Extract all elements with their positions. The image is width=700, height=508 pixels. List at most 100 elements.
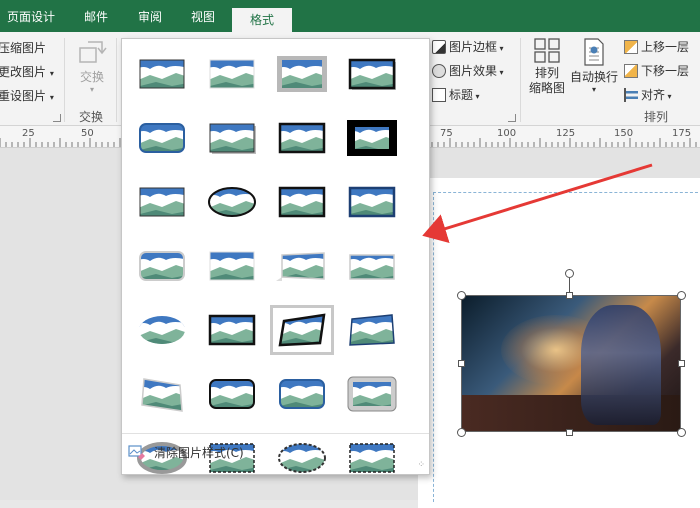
bring-forward-button[interactable]: 上移一层 (624, 38, 689, 55)
picture-style-soft[interactable] (206, 55, 258, 93)
picture-style-rounded-blue2[interactable] (276, 375, 328, 413)
picture-style-skew-blue[interactable] (346, 311, 398, 349)
tab-format[interactable]: 格式 (232, 8, 292, 32)
reset-picture-button[interactable]: 重设图片 ▾ (0, 87, 54, 104)
margin-guide (433, 192, 434, 502)
send-backward-button[interactable]: 下移一层 (624, 62, 689, 79)
landscape-thumbnail-icon (209, 251, 255, 281)
picture-style-black-frame3[interactable] (206, 311, 258, 349)
arrange-thumbnails-icon (534, 38, 560, 63)
rotate-handle[interactable] (565, 269, 574, 278)
chevron-down-icon: ▾ (473, 92, 480, 101)
swap-icon (79, 41, 107, 63)
resize-handle-top-right[interactable] (677, 291, 686, 300)
caption-icon (432, 88, 446, 102)
picture-border-icon (432, 40, 446, 54)
clear-style-icon (128, 445, 145, 460)
tab-view[interactable]: 视图 (183, 0, 223, 32)
picture-style-plain-shadow[interactable] (206, 119, 258, 157)
picture-style-rounded-soft[interactable] (136, 247, 188, 285)
landscape-thumbnail-icon (278, 122, 326, 154)
bring-forward-icon (624, 40, 638, 54)
landscape-thumbnail-icon (276, 252, 325, 281)
landscape-thumbnail-icon (278, 186, 326, 218)
picture-style-tilt[interactable] (136, 375, 188, 413)
ruler-label: 125 (556, 128, 576, 139)
change-picture-button[interactable]: 更改图片 ▾ (0, 63, 54, 80)
chevron-down-icon: ▾ (497, 44, 504, 53)
resize-handle-left[interactable] (458, 360, 465, 367)
landscape-thumbnail-icon (347, 376, 397, 412)
tab-mailings[interactable]: 邮件 (76, 0, 116, 32)
swap-group-label: 交换 (79, 110, 104, 124)
landscape-thumbnail-icon (209, 59, 255, 89)
tab-page-design[interactable]: 页面设计 (0, 0, 62, 32)
bring-forward-label: 上移一层 (641, 40, 690, 54)
picture-style-black-frame[interactable] (276, 119, 328, 157)
picture-style-oval-soft[interactable] (136, 311, 188, 349)
picture-styles-gallery: 清除图片样式(C) ⁘ (121, 38, 430, 475)
landscape-thumbnail-icon (347, 120, 397, 156)
wrap-text-button[interactable]: 自动换行 ▾ (567, 38, 621, 94)
landscape-thumbnail-icon (279, 379, 325, 409)
picture-style-rounded-blue[interactable] (136, 119, 188, 157)
caption-button[interactable]: 标题 ▾ (432, 86, 480, 103)
resize-handle-bottom[interactable] (566, 429, 573, 436)
wrap-text-label: 自动换行 (569, 70, 618, 84)
align-label: 对齐 (641, 88, 666, 102)
picture-effects-button[interactable]: 图片效果 ▾ (432, 62, 504, 79)
compress-label: 压缩图片 (0, 41, 47, 55)
picture-style-oval-black[interactable] (206, 183, 258, 221)
chevron-down-icon: ▾ (591, 85, 596, 94)
ruler-label: 50 (81, 128, 94, 139)
picture-style-drop[interactable] (346, 55, 398, 93)
picture-style-black-thick[interactable] (346, 119, 398, 157)
landscape-thumbnail-icon (139, 187, 185, 217)
clear-picture-style-item[interactable]: 清除图片样式(C) ⁘ (122, 433, 429, 474)
picture-style-perspective-right[interactable] (346, 247, 398, 285)
ribbon-tab-bar: 页面设计 邮件 审阅 视图 格式 (0, 0, 700, 32)
align-button[interactable]: 对齐 ▾ (624, 86, 672, 103)
tab-review[interactable]: 审阅 (130, 0, 170, 32)
swap-button[interactable]: 交换 ▾ (74, 38, 110, 98)
picture-style-black-frame2[interactable] (276, 183, 328, 221)
arrange-thumbnails-button[interactable]: 排列 缩略图 (527, 38, 567, 96)
picture-style-plain-bottom[interactable] (136, 183, 188, 221)
dialog-launcher-icon[interactable] (508, 114, 516, 122)
picture-style-perspective-left[interactable] (276, 247, 328, 285)
dialog-launcher-icon[interactable] (53, 114, 61, 122)
landscape-thumbnail-icon (208, 314, 256, 346)
resize-handle-top[interactable] (566, 292, 573, 299)
ruler-label: 100 (497, 128, 517, 139)
picture-style-gray-bevel[interactable] (346, 375, 398, 413)
picture-effects-label: 图片效果 (449, 64, 498, 78)
caption-label: 标题 (449, 88, 474, 102)
landscape-thumbnail-icon (139, 251, 185, 281)
landscape-thumbnail-icon (139, 123, 185, 153)
resize-handle-right[interactable] (678, 360, 685, 367)
ruler-label: 175 (672, 128, 692, 139)
landscape-thumbnail-icon (349, 254, 395, 280)
group-divider (64, 38, 65, 122)
resize-grip-icon[interactable]: ⁘ (417, 460, 425, 470)
picture-border-button[interactable]: 图片边框 ▾ (432, 38, 504, 55)
ruler-label: 75 (440, 128, 453, 139)
align-icon (624, 88, 638, 102)
resize-handle-bottom-right[interactable] (677, 428, 686, 437)
picture-style-skew-black[interactable] (270, 305, 334, 355)
landscape-thumbnail-icon (208, 187, 256, 217)
send-backward-label: 下移一层 (641, 64, 690, 78)
picture-style-gray-mat[interactable] (276, 55, 328, 93)
chevron-down-icon: ▾ (49, 93, 54, 102)
picture-style-soft-edge[interactable] (206, 247, 258, 285)
landscape-thumbnail-icon (349, 314, 395, 346)
picture-style-blue-frame[interactable] (346, 183, 398, 221)
compress-pictures-button[interactable]: 压缩图片 (0, 39, 46, 56)
picture-effects-icon (432, 64, 446, 78)
landscape-thumbnail-icon (348, 186, 396, 218)
resize-handle-bottom-left[interactable] (457, 428, 466, 437)
resize-handle-top-left[interactable] (457, 291, 466, 300)
picture-style-plain[interactable] (136, 55, 188, 93)
landscape-thumbnail-icon (139, 316, 185, 344)
picture-style-rounded-black[interactable] (206, 375, 258, 413)
